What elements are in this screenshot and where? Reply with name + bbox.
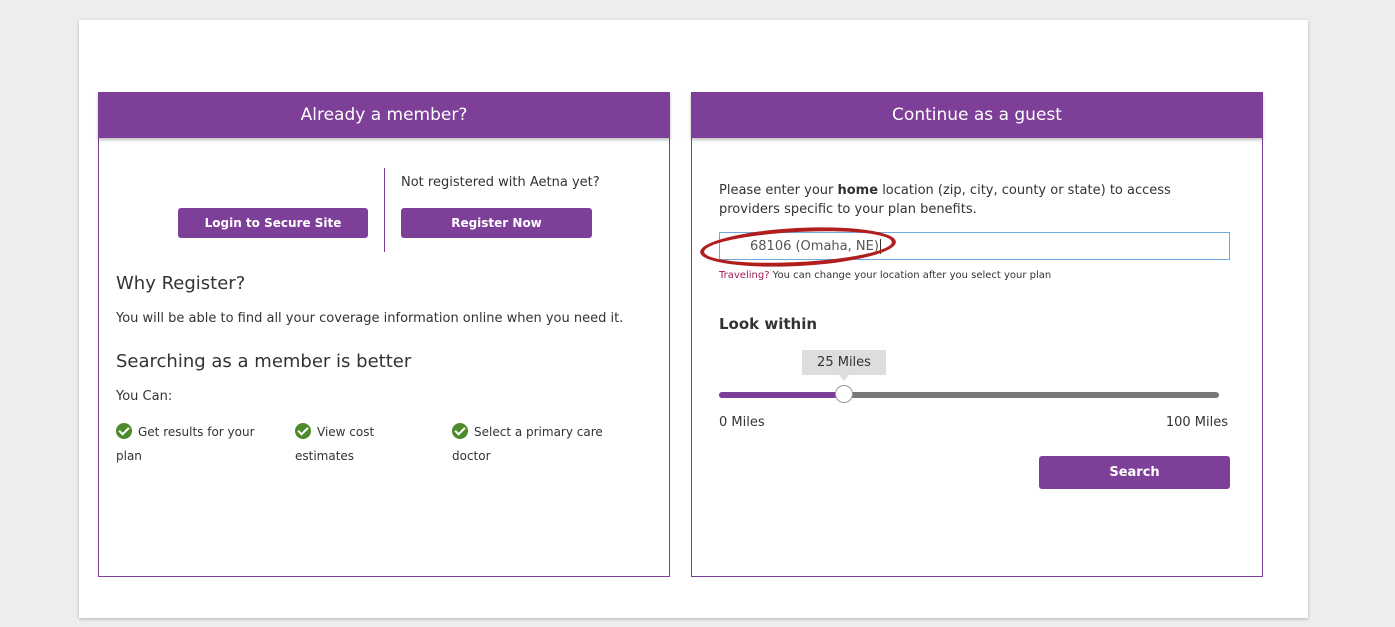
- location-instructions: Please enter your home location (zip, ci…: [719, 183, 1171, 217]
- highlight-circle: [699, 222, 897, 272]
- traveling-label: Traveling?: [719, 270, 770, 281]
- why-register-text: You will be able to find all your covera…: [116, 311, 624, 326]
- member-panel-header: Already a member?: [98, 92, 670, 138]
- slider-max-label: 100 Miles: [1165, 415, 1228, 430]
- main-card: Already a member? Login to Secure Site N…: [79, 20, 1308, 618]
- check-circle-icon: [116, 423, 132, 439]
- login-button[interactable]: Login to Secure Site: [178, 208, 368, 238]
- distance-slider-thumb[interactable]: [835, 385, 853, 403]
- look-within-title: Look within: [719, 315, 818, 333]
- guest-panel: Continue as a guest Please enter your ho…: [691, 92, 1263, 577]
- check-circle-icon: [295, 423, 311, 439]
- benefit-item: Get results for your plan: [116, 423, 255, 463]
- benefit-item: View cost estimates: [295, 423, 375, 463]
- check-circle-icon: [452, 423, 468, 439]
- benefit-item: Select a primary care doctor: [452, 423, 603, 463]
- slider-min-label: 0 Miles: [719, 415, 765, 430]
- searching-better-title: Searching as a member is better: [116, 351, 412, 372]
- distance-slider-fill: [719, 392, 844, 398]
- distance-slider-track[interactable]: [719, 392, 1219, 398]
- slider-tooltip: 25 Miles: [802, 350, 886, 381]
- why-register-title: Why Register?: [116, 273, 246, 294]
- you-can-label: You Can:: [116, 389, 173, 404]
- search-button[interactable]: Search: [1039, 456, 1230, 489]
- traveling-note: Traveling? You can change your location …: [719, 270, 1052, 281]
- member-divider: [384, 168, 385, 252]
- not-registered-text: Not registered with Aetna yet?: [401, 175, 600, 190]
- register-button[interactable]: Register Now: [401, 208, 592, 238]
- guest-panel-header: Continue as a guest: [691, 92, 1263, 138]
- member-panel: Already a member? Login to Secure Site N…: [98, 92, 670, 577]
